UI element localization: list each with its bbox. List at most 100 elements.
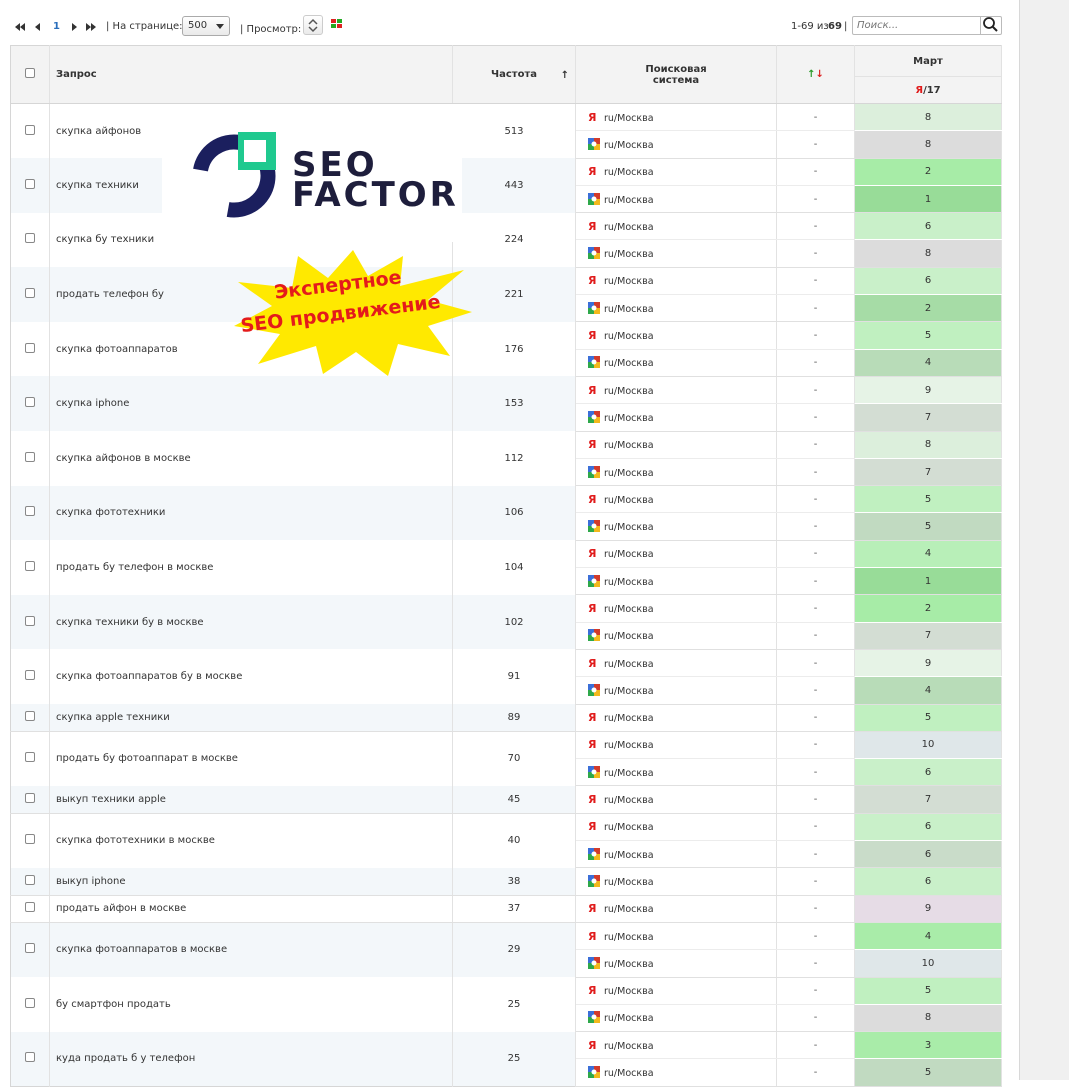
query-text[interactable]: продать айфон в москве (49, 895, 453, 923)
row-checkbox[interactable] (25, 615, 35, 626)
position-value[interactable]: 7 (854, 458, 1002, 487)
position-value[interactable]: 10 (854, 731, 1002, 760)
frequency-value: 443 (452, 158, 576, 213)
position-value[interactable]: 5 (854, 485, 1002, 514)
row-checkbox[interactable] (25, 943, 35, 954)
position-value[interactable]: 6 (854, 758, 1002, 787)
position-value[interactable]: 3 (854, 1031, 1002, 1060)
query-text[interactable]: скупка фотоаппаратов в москве (49, 922, 453, 977)
search-input[interactable] (853, 17, 973, 34)
row-checkbox[interactable] (25, 874, 35, 885)
position-value[interactable]: 8 (854, 103, 1002, 132)
position-value[interactable]: 7 (854, 403, 1002, 432)
query-text[interactable]: скупка фототехники (49, 485, 453, 541)
query-text[interactable]: продать бу фотоаппарат в москве (49, 731, 453, 786)
query-text[interactable]: скупка iphone (49, 376, 453, 432)
per-page-label: | На странице: (106, 21, 183, 32)
position-value[interactable]: 2 (854, 158, 1002, 186)
position-value[interactable]: 8 (854, 1004, 1002, 1033)
row-checkbox[interactable] (25, 902, 35, 913)
position-value[interactable]: 10 (854, 949, 1002, 978)
position-value[interactable]: 5 (854, 704, 1002, 732)
row-checkbox[interactable] (25, 397, 35, 408)
row-checkbox[interactable] (25, 288, 35, 299)
row-checkbox[interactable] (25, 178, 35, 189)
position-value[interactable]: 5 (854, 977, 1002, 1005)
position-value[interactable]: 9 (854, 376, 1002, 405)
position-value[interactable]: 2 (854, 294, 1002, 323)
position-value[interactable]: 9 (854, 895, 1002, 923)
query-text[interactable]: скупка техники бу в москве (49, 594, 453, 650)
position-value[interactable]: 8 (854, 431, 1002, 459)
position-value[interactable]: 1 (854, 185, 1002, 214)
last-page-icon[interactable] (85, 21, 97, 33)
google-icon (588, 683, 600, 696)
frequency-value: 37 (452, 895, 576, 923)
position-value[interactable]: 6 (854, 212, 1002, 241)
per-page-select[interactable]: 500 (182, 16, 230, 36)
row-checkbox[interactable] (25, 834, 35, 845)
position-delta: - (776, 349, 855, 377)
query-text[interactable]: продать бу телефон в москве (49, 540, 453, 595)
header-delta[interactable]: ↑↓ (776, 45, 855, 104)
row-checkbox[interactable] (25, 451, 35, 462)
search-button[interactable] (980, 16, 1001, 35)
position-value[interactable]: 8 (854, 130, 1002, 159)
position-value[interactable]: 4 (854, 540, 1002, 569)
position-value[interactable]: 5 (854, 512, 1002, 541)
header-engine-label: Поисковая система (645, 63, 707, 86)
query-text[interactable]: выкуп техники apple (49, 785, 453, 814)
row-checkbox[interactable] (25, 752, 35, 763)
position-value[interactable]: 4 (854, 676, 1002, 705)
query-text[interactable]: куда продать б у телефон (49, 1031, 453, 1087)
row-checkbox[interactable] (25, 670, 35, 681)
query-text[interactable]: выкуп iphone (49, 867, 453, 896)
row-select-cell (10, 813, 50, 868)
header-date[interactable]: Я/17 (854, 76, 1002, 104)
yandex-icon: Я (588, 110, 597, 124)
first-page-icon[interactable] (14, 21, 26, 33)
position-value[interactable]: 9 (854, 649, 1002, 678)
position-value[interactable]: 8 (854, 239, 1002, 268)
next-page-icon[interactable] (68, 21, 80, 33)
position-value[interactable]: 6 (854, 813, 1002, 842)
query-text[interactable]: скупка apple техники (49, 704, 453, 732)
row-checkbox[interactable] (25, 561, 35, 572)
position-value[interactable]: 6 (854, 867, 1002, 896)
header-frequency[interactable]: Частота ↑ (452, 45, 576, 104)
current-page[interactable]: 1 (53, 21, 60, 32)
row-checkbox[interactable] (25, 506, 35, 517)
position-value[interactable]: 7 (854, 622, 1002, 650)
row-checkbox[interactable] (25, 233, 35, 244)
position-value[interactable]: 5 (854, 1058, 1002, 1087)
position-value[interactable]: 1 (854, 567, 1002, 596)
query-text[interactable]: скупка айфонов в москве (49, 431, 453, 486)
query-text[interactable]: скупка фототехники в москве (49, 813, 453, 868)
engine-region: Яru/Москва (575, 704, 777, 732)
position-value[interactable]: 6 (854, 840, 1002, 869)
frequency-value: 102 (452, 594, 576, 650)
position-value[interactable]: 6 (854, 267, 1002, 296)
row-checkbox[interactable] (25, 997, 35, 1008)
position-value[interactable]: 4 (854, 349, 1002, 377)
row-checkbox[interactable] (25, 1052, 35, 1063)
row-checkbox[interactable] (25, 710, 35, 721)
position-value[interactable]: 2 (854, 594, 1002, 623)
position-delta: - (776, 977, 855, 1005)
view-sort-button[interactable] (303, 15, 323, 35)
row-checkbox[interactable] (25, 342, 35, 353)
position-value[interactable]: 4 (854, 922, 1002, 951)
header-query[interactable]: Запрос (49, 45, 453, 104)
table-row: скупка айфонов 513 Яru/Москва -8 (10, 103, 1002, 159)
select-all-checkbox[interactable] (25, 68, 35, 78)
row-checkbox[interactable] (25, 124, 35, 135)
row-checkbox[interactable] (25, 792, 35, 803)
query-text[interactable]: бу смартфон продать (49, 977, 453, 1032)
position-delta: - (776, 431, 855, 459)
position-delta: - (776, 212, 855, 241)
view-colored-button[interactable] (328, 15, 348, 35)
prev-page-icon[interactable] (32, 21, 44, 33)
query-text[interactable]: скупка фотоаппаратов бу в москве (49, 649, 453, 705)
position-value[interactable]: 7 (854, 785, 1002, 814)
position-value[interactable]: 5 (854, 321, 1002, 350)
